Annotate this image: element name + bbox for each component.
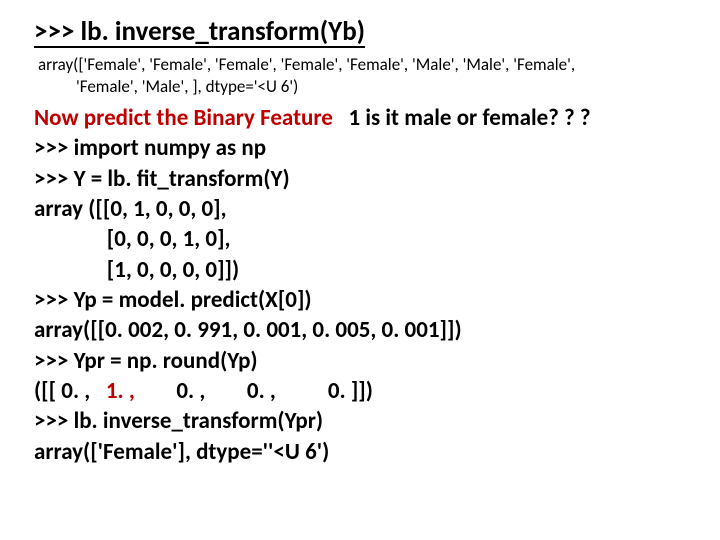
line-array-row1: array ([[0, 1, 0, 0, 0], xyxy=(34,194,686,224)
line-fit-transform: >>> Y = lb. fit_transform(Y) xyxy=(34,164,686,194)
line-predict: >>> Yp = model. predict(X[0]) xyxy=(34,285,686,315)
line-predict-prompt: Now predict the Binary Feature 1 is it m… xyxy=(34,103,686,133)
predict-text-black: 1 is it male or female? ? ? xyxy=(349,104,591,132)
line-inverse-transform: >>> lb. inverse_transform(Ypr) xyxy=(34,406,686,436)
line-array-row2: [0, 0, 0, 1, 0], xyxy=(34,224,686,254)
line-import: >>> import numpy as np xyxy=(34,133,686,163)
line-array-row3: [1, 0, 0, 0, 0]]) xyxy=(34,255,686,285)
line-inverse-output: array(['Female'], dtype=''<U 6') xyxy=(34,437,686,467)
round-out-red: 1. , xyxy=(106,377,135,405)
line-round-output: ([[ 0. , 1. , 0. , 0. , 0. ]]) xyxy=(34,376,686,406)
line-predict-output: array([[0. 002, 0. 991, 0. 001, 0. 005, … xyxy=(34,315,686,345)
slide-title: >>> lb. inverse_transform(Yb) xyxy=(34,18,365,48)
array-line-2: 'Female', 'Male', ], dtype='<U 6') xyxy=(38,76,686,97)
line-round: >>> Ypr = np. round(Yp) xyxy=(34,346,686,376)
array-output: array(['Female', 'Female', 'Female', 'Fe… xyxy=(38,54,686,97)
round-out-c: 0. , 0. , 0. ]]) xyxy=(135,377,373,405)
array-line-1: array(['Female', 'Female', 'Female', 'Fe… xyxy=(38,54,575,75)
slide-content: >>> lb. inverse_transform(Yb) array(['Fe… xyxy=(0,0,720,467)
predict-text-red: Now predict the Binary Feature xyxy=(34,104,349,132)
round-out-a: ([[ 0. , xyxy=(34,377,106,405)
